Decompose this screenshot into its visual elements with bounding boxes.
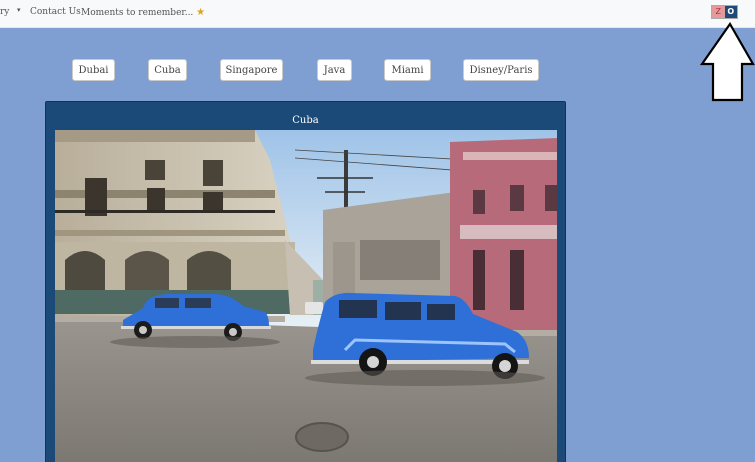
destination-button-singapore[interactable]: Singapore — [220, 59, 283, 81]
language-toggle[interactable]: Z O — [711, 5, 738, 19]
destination-photo — [55, 130, 557, 462]
destination-button-dubai[interactable]: Dubai — [72, 59, 115, 81]
destination-button-java[interactable]: Java — [317, 59, 352, 81]
caret-down-icon[interactable]: ▾ — [17, 6, 21, 14]
destination-card: Cuba — [45, 101, 566, 462]
destination-button-cuba[interactable]: Cuba — [148, 59, 187, 81]
star-icon: ★ — [196, 7, 206, 18]
up-arrow-annotation-icon — [700, 22, 755, 102]
nav-moments-label: Moments to remember... — [81, 8, 194, 18]
destination-button-disney-paris[interactable]: Disney/Paris — [463, 59, 539, 81]
toggle-right-option[interactable]: O — [724, 6, 737, 18]
nav-gallery-dropdown[interactable]: ry — [0, 7, 9, 17]
destination-button-miami[interactable]: Miami — [384, 59, 431, 81]
card-title: Cuba — [292, 115, 319, 126]
cuba-street-photo — [55, 130, 557, 462]
top-navbar: ry ▾ Contact Us Moments to remember... ★… — [0, 0, 755, 28]
nav-contact-us[interactable]: Contact Us — [30, 7, 81, 17]
nav-moments-to-remember[interactable]: Moments to remember... ★ — [81, 7, 205, 18]
toggle-left-option[interactable]: Z — [712, 6, 725, 18]
